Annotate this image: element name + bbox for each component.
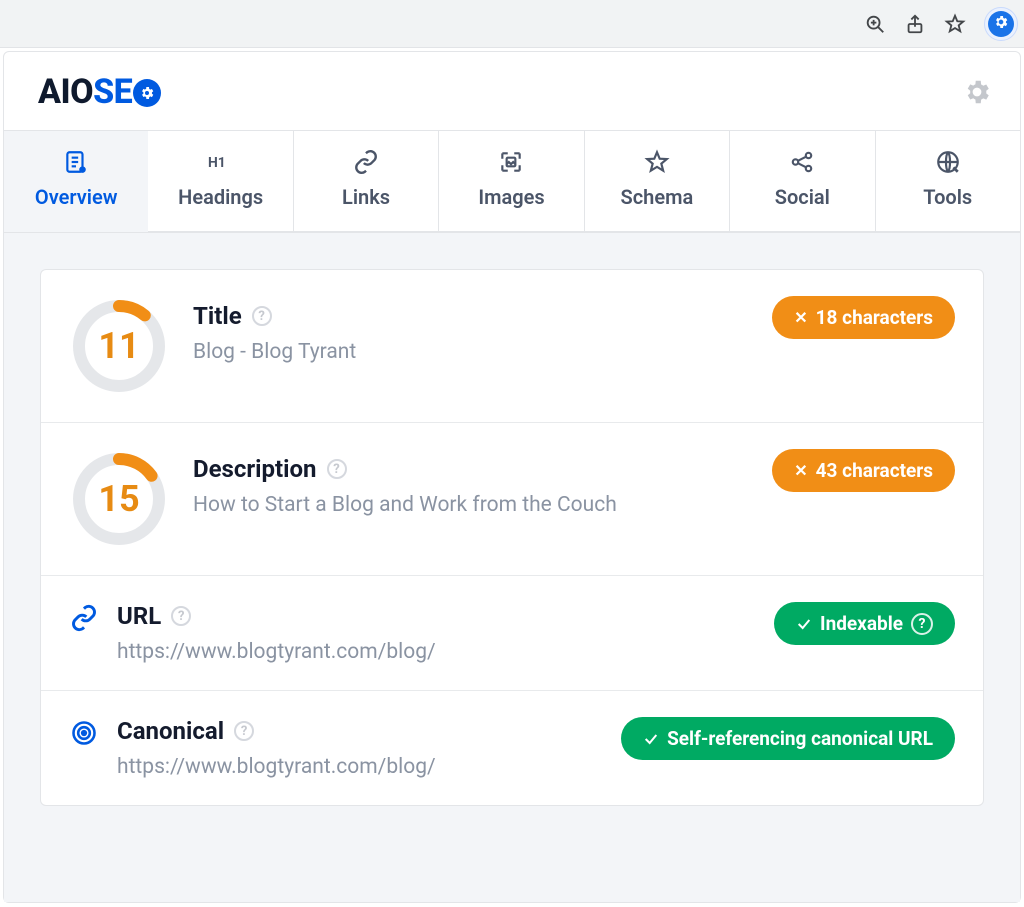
close-icon: ✕ xyxy=(794,310,807,326)
description-badge: ✕ 43 characters xyxy=(772,449,955,492)
title-value: Blog - Blog Tyrant xyxy=(193,340,748,364)
description-row: 15 Description ? How to Start a Blog and… xyxy=(41,423,983,576)
aioseo-panel: AIOSE Overview H1 Headings Links Images … xyxy=(3,51,1021,903)
settings-icon[interactable] xyxy=(962,77,992,107)
image-icon xyxy=(498,149,524,175)
title-score: 11 xyxy=(69,296,169,396)
tab-social[interactable]: Social xyxy=(730,131,875,232)
tab-headings[interactable]: H1 Headings xyxy=(148,131,293,232)
title-score-gauge: 11 xyxy=(69,296,169,396)
help-icon[interactable]: ? xyxy=(327,459,347,479)
overview-content: 11 Title ? Blog - Blog Tyrant ✕ 18 chara… xyxy=(4,233,1020,902)
share-icon xyxy=(789,149,815,175)
share-icon[interactable] xyxy=(904,13,926,35)
logo-gear-o-icon xyxy=(133,79,161,107)
title-label: Title xyxy=(193,302,242,330)
url-label: URL xyxy=(117,602,161,630)
help-icon[interactable]: ? xyxy=(171,606,191,626)
link-icon xyxy=(69,602,99,632)
url-badge-text: Indexable xyxy=(820,612,903,635)
title-badge: ✕ 18 characters xyxy=(772,296,955,339)
svg-text:H1: H1 xyxy=(208,155,226,171)
zoom-icon[interactable] xyxy=(864,13,886,35)
tab-images[interactable]: Images xyxy=(439,131,584,232)
help-icon[interactable]: ? xyxy=(911,613,933,635)
tab-label: Social xyxy=(775,185,830,209)
link-icon xyxy=(353,149,379,175)
url-badge: Indexable ? xyxy=(774,602,955,645)
headings-icon: H1 xyxy=(208,149,234,175)
description-label: Description xyxy=(193,455,317,483)
overview-card: 11 Title ? Blog - Blog Tyrant ✕ 18 chara… xyxy=(40,269,984,806)
canonical-value: https://www.blogtyrant.com/blog/ xyxy=(117,755,603,779)
canonical-badge: Self-referencing canonical URL xyxy=(621,717,955,760)
check-icon xyxy=(796,616,812,632)
extension-icon[interactable] xyxy=(984,7,1018,41)
tab-label: Headings xyxy=(178,185,263,209)
aioseo-logo: AIOSE xyxy=(38,72,161,112)
tab-label: Schema xyxy=(621,185,694,209)
tab-links[interactable]: Links xyxy=(294,131,439,232)
overview-icon xyxy=(63,149,89,175)
title-badge-text: 18 characters xyxy=(816,306,933,329)
help-icon[interactable]: ? xyxy=(252,306,272,326)
tab-tools[interactable]: Tools xyxy=(876,131,1020,232)
canonical-row: Canonical ? https://www.blogtyrant.com/b… xyxy=(41,691,983,805)
schema-icon xyxy=(644,149,670,175)
description-badge-text: 43 characters xyxy=(816,459,933,482)
description-score-gauge: 15 xyxy=(69,449,169,549)
url-value: https://www.blogtyrant.com/blog/ xyxy=(117,640,756,664)
close-icon: ✕ xyxy=(794,463,807,479)
tab-bar: Overview H1 Headings Links Images Schema… xyxy=(4,131,1020,233)
logo-se: SE xyxy=(93,72,132,112)
description-value: How to Start a Blog and Work from the Co… xyxy=(193,493,748,517)
canonical-badge-text: Self-referencing canonical URL xyxy=(667,727,933,750)
logo-aio: AIO xyxy=(38,72,93,112)
globe-icon xyxy=(935,149,961,175)
panel-header: AIOSE xyxy=(4,52,1020,131)
tab-label: Tools xyxy=(923,185,972,209)
url-row: URL ? https://www.blogtyrant.com/blog/ I… xyxy=(41,576,983,691)
help-icon[interactable]: ? xyxy=(234,721,254,741)
browser-chrome xyxy=(0,0,1024,48)
tab-schema[interactable]: Schema xyxy=(585,131,730,232)
tab-overview[interactable]: Overview xyxy=(4,131,148,232)
tab-label: Links xyxy=(342,185,390,209)
check-icon xyxy=(643,731,659,747)
bookmark-star-icon[interactable] xyxy=(944,13,966,35)
title-row: 11 Title ? Blog - Blog Tyrant ✕ 18 chara… xyxy=(41,270,983,423)
description-score: 15 xyxy=(69,449,169,549)
tab-label: Overview xyxy=(35,185,118,209)
canonical-label: Canonical xyxy=(117,717,224,745)
tab-label: Images xyxy=(478,185,544,209)
target-icon xyxy=(69,717,99,747)
